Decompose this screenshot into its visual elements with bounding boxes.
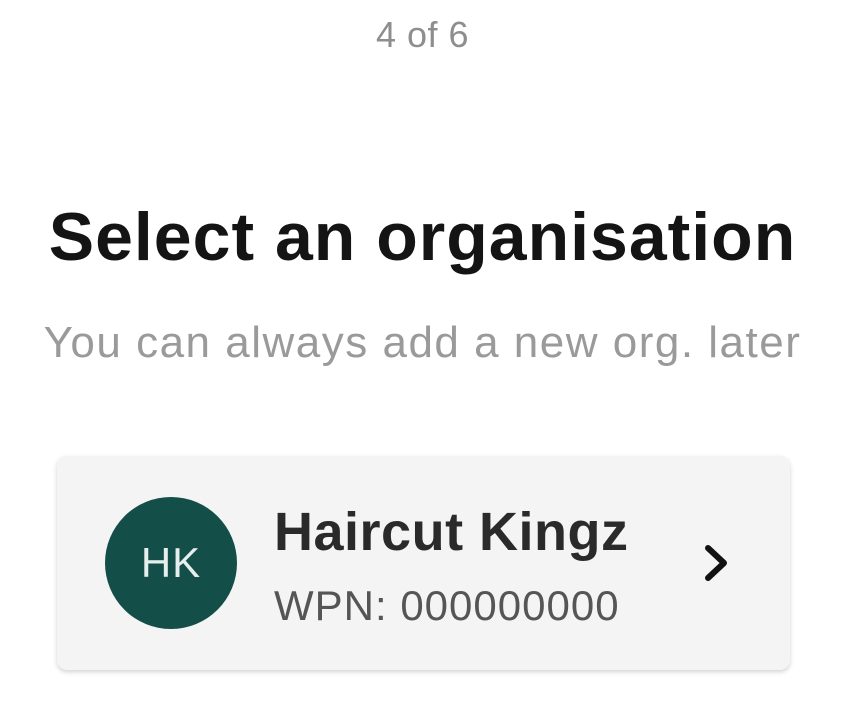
organisation-card[interactable]: HK Haircut Kingz WPN: 000000000 bbox=[57, 456, 790, 670]
page-subtitle: You can always add a new org. later bbox=[43, 318, 802, 367]
avatar: HK bbox=[105, 497, 237, 629]
organisation-name: Haircut Kingz bbox=[274, 502, 629, 562]
avatar-initials: HK bbox=[140, 539, 202, 586]
organisation-wpn: WPN: 000000000 bbox=[274, 582, 620, 629]
page-title: Select an organisation bbox=[48, 199, 797, 275]
step-indicator: 4 of 6 bbox=[375, 14, 470, 55]
chevron-right-icon bbox=[705, 545, 727, 581]
